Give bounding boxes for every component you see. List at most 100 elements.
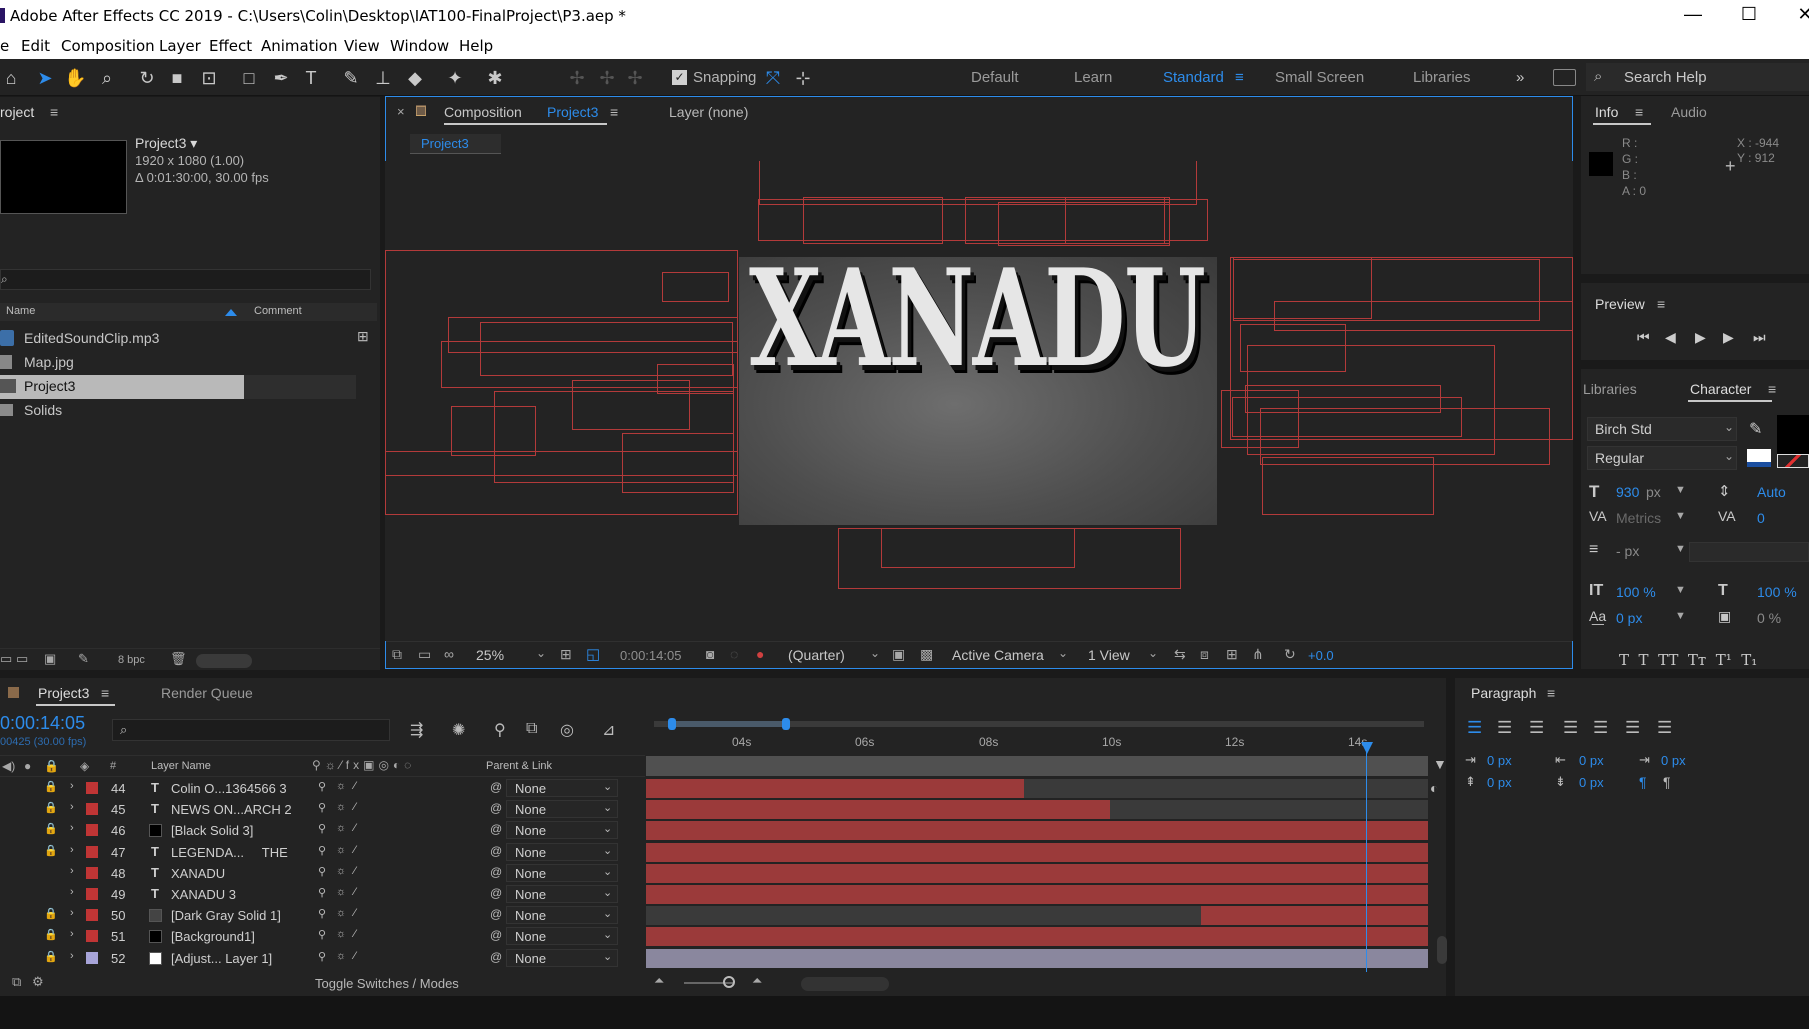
quality-switch-icon[interactable]: ⁄ (354, 844, 356, 856)
shy-switch-icon[interactable]: ⚲ (318, 801, 326, 814)
transparency-grid-icon[interactable]: ▩ (920, 646, 933, 663)
parent-dropdown[interactable]: None ⌄ (506, 906, 618, 925)
brush-tool-icon[interactable]: ✎ (340, 67, 362, 89)
layer-name[interactable]: [Adjust... Layer 1] (171, 951, 272, 966)
chevron-down-icon[interactable]: ▼ (1675, 484, 1686, 496)
stroke-width-value[interactable]: - px (1616, 543, 1639, 559)
new-composition-icon[interactable]: ▣ (44, 651, 56, 667)
workspace-small-screen[interactable]: Small Screen (1275, 69, 1364, 86)
list-item[interactable]: Solids (0, 399, 377, 423)
comp-mini-flowchart-icon[interactable]: ⇶ (410, 720, 423, 740)
workspace-menu-icon[interactable]: ≡ (1235, 69, 1244, 86)
work-area-bar[interactable] (670, 721, 786, 727)
expand-chevron-icon[interactable]: › (70, 865, 74, 877)
pick-whip-icon[interactable]: @ (490, 865, 502, 879)
quality-switch-icon[interactable]: ⁄ (354, 780, 356, 792)
no-fill-swatch[interactable] (1777, 454, 1809, 468)
fit-icon[interactable]: ⊞ (560, 646, 572, 663)
chevron-down-icon[interactable]: ▼ (1675, 584, 1686, 596)
text-style-buttons[interactable]: T T TT Tт T¹ T₁ (1619, 651, 1757, 669)
flowchart-icon[interactable]: ⊞ (357, 328, 369, 345)
list-item[interactable]: Map.jpg (0, 351, 377, 375)
layer-name[interactable]: XANADU (171, 866, 225, 881)
composition-canvas[interactable]: XANADU (385, 161, 1573, 641)
previous-frame-icon[interactable]: ◀ (1665, 329, 1676, 346)
layer-name[interactable]: [Dark Gray Solid 1] (171, 908, 281, 923)
parent-dropdown[interactable]: None ⌄ (506, 779, 618, 797)
layer-row[interactable]: 🔒 › 47 T LEGENDA... THE ⚲ ☼ ⁄ @ None ⌄ (0, 842, 640, 863)
zoom-tool-icon[interactable]: ⌕ (96, 67, 118, 89)
layer-name[interactable]: [Black Solid 3] (171, 823, 253, 838)
expand-chevron-icon[interactable]: › (70, 928, 74, 940)
justify-all-icon[interactable]: ☰ (1657, 718, 1672, 738)
vertical-scrollbar[interactable] (1437, 936, 1447, 964)
xanadu-text-layer[interactable]: XANADU (739, 239, 1217, 525)
justify-right-icon[interactable]: ☰ (1625, 718, 1640, 738)
font-family-dropdown[interactable]: Birch Std ⌄ (1587, 417, 1737, 441)
vertical-scale-value[interactable]: 100 % (1616, 584, 1656, 600)
layer-duration-bar[interactable] (646, 885, 1428, 904)
eyedropper-icon[interactable]: ✎ (1749, 419, 1762, 439)
layer-duration-bar[interactable] (646, 800, 1110, 820)
zoom-in-icon[interactable]: ⏶ (752, 973, 762, 989)
project-settings-icon[interactable]: ✎ (78, 651, 89, 667)
menu-composition[interactable]: Composition (61, 37, 155, 55)
tab-project[interactable]: roject (0, 104, 34, 120)
thumbnail-slider[interactable] (196, 654, 252, 668)
new-folder-icon[interactable]: ▭ (16, 651, 28, 667)
pen-tool-icon[interactable]: ✒ (270, 67, 292, 89)
snapshot-icon[interactable]: ◙ (706, 646, 714, 662)
maximize-button[interactable]: ☐ (1726, 4, 1772, 26)
rotate-tool-icon[interactable]: ↻ (136, 67, 158, 89)
collapse-switch-icon[interactable]: ☼ (336, 822, 346, 834)
layer-name[interactable]: LEGENDA... THE (171, 845, 288, 860)
pick-whip-icon[interactable]: @ (490, 844, 502, 858)
collapse-switch-icon[interactable]: ☼ (336, 801, 346, 813)
align-left-icon[interactable]: ☰ (1467, 718, 1482, 738)
bit-depth-button[interactable]: 8 bpc (118, 654, 145, 666)
monitor-icon[interactable]: ▭ (418, 646, 431, 663)
search-box[interactable]: ⌕ Search Help (1586, 63, 1809, 91)
kerning-value[interactable]: Metrics (1616, 510, 1661, 526)
layer-duration-bar[interactable] (646, 779, 1024, 798)
interpret-footage-icon[interactable]: ▭ (0, 651, 12, 667)
home-icon[interactable]: ⌂ (0, 67, 22, 89)
panel-menu-icon[interactable]: ≡ (1547, 685, 1555, 701)
selection-tool-icon[interactable]: ➤ (34, 67, 56, 89)
zoom-dropdown[interactable]: 25% (476, 647, 504, 663)
layer-duration-bar[interactable] (646, 842, 1428, 862)
tracking-value[interactable]: 0 (1757, 510, 1765, 526)
ltr-direction-icon[interactable]: ¶ (1639, 774, 1647, 790)
graph-editor-icon[interactable]: ⊿ (602, 720, 615, 740)
toggle-switches-modes-button[interactable]: Toggle Switches / Modes (315, 976, 459, 991)
stroke-color-swatch[interactable] (1747, 449, 1771, 467)
layer-name[interactable]: Colin O...1364566 3 (171, 781, 287, 796)
label-color-swatch[interactable] (86, 782, 98, 794)
snapping-checkbox[interactable]: ✓ (672, 70, 687, 85)
tab-libraries[interactable]: Libraries (1583, 381, 1637, 397)
layer-row[interactable]: › 48 T XANADU ⚲ ☼ ⁄ @ None ⌄ (0, 863, 640, 884)
list-item-selected[interactable]: Project3 (0, 375, 244, 399)
layer-row[interactable]: › 49 T XANADU 3 ⚲ ☼ ⁄ @ None ⌄ (0, 884, 640, 905)
motion-blur-icon[interactable]: ◎ (560, 720, 574, 740)
rectangle-tool-icon[interactable]: □ (238, 67, 260, 89)
zoom-slider-thumb[interactable] (723, 976, 735, 988)
horizontal-scale-value[interactable]: 100 % (1757, 584, 1797, 600)
panel-menu-icon[interactable]: ≡ (1768, 381, 1776, 397)
fast-previews-icon[interactable]: ▣ (892, 646, 905, 663)
tab-composition[interactable]: Composition (444, 104, 522, 120)
collapse-switch-icon[interactable]: ☼ (336, 950, 346, 962)
shy-switch-icon[interactable]: ⚲ (318, 865, 326, 878)
project-search-input[interactable]: ⌕ (0, 269, 371, 290)
axis-view-icon[interactable]: ✢ (624, 67, 646, 89)
lock-icon[interactable]: 🔒 (44, 907, 58, 920)
current-time-display[interactable]: 0:00:14:05 (0, 713, 85, 734)
breadcrumb[interactable]: Project3 (410, 134, 501, 154)
menu-layer[interactable]: Layer (159, 37, 201, 55)
camera-dropdown[interactable]: Active Camera (952, 647, 1044, 663)
collapse-switch-icon[interactable]: ☼ (336, 928, 346, 940)
chevron-down-icon[interactable]: ⌄ (1148, 646, 1158, 660)
camera-tool-icon[interactable]: ■ (166, 67, 188, 89)
indent-right-value[interactable]: 0 px (1579, 753, 1604, 768)
lock-icon[interactable]: 🔒 (44, 822, 58, 835)
